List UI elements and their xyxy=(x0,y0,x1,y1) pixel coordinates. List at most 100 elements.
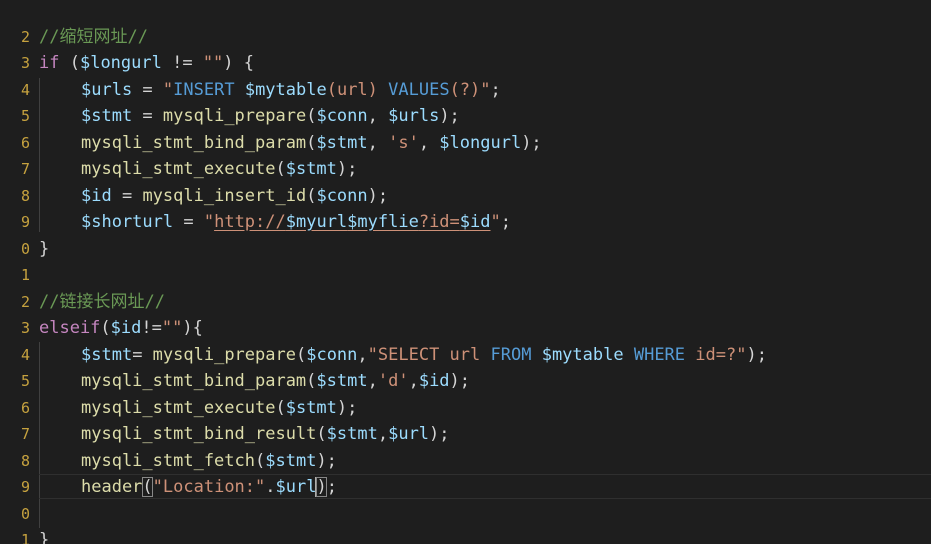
variable: $stmt xyxy=(265,450,317,471)
variable: $longurl xyxy=(79,53,162,73)
url-scheme: http:// xyxy=(214,212,286,232)
code-line: //缩短网址// xyxy=(39,24,148,51)
operator: = xyxy=(132,344,153,365)
line-number: 0 xyxy=(20,504,30,523)
comment: //缩短网址// xyxy=(39,26,148,47)
punctuation: ); xyxy=(439,106,460,126)
operator: = xyxy=(111,185,143,206)
string: id=? xyxy=(685,344,737,365)
string-link[interactable]: http://$myurl$myflie?id=$id xyxy=(214,212,490,232)
punctuation: ; xyxy=(500,212,511,232)
line-number: 5 xyxy=(20,107,30,125)
code-line: mysqli_stmt_bind_param($stmt, 's', $long… xyxy=(81,130,542,157)
string-quote: " xyxy=(162,79,174,100)
punctuation: ); xyxy=(336,159,358,179)
code-area[interactable]: //缩短网址// if ($longurl != "") { $urls = "… xyxy=(39,0,931,544)
variable: $stmt xyxy=(316,371,368,391)
line-number: 6 xyxy=(20,133,30,152)
operator: = xyxy=(132,79,163,100)
punctuation: , xyxy=(367,371,378,391)
bracket-match-close: ) xyxy=(316,477,327,497)
line-number: 1 xyxy=(20,531,30,544)
code-line: } xyxy=(39,236,49,263)
punctuation: ; xyxy=(490,79,501,100)
punctuation: ( xyxy=(59,53,80,73)
function-name: header xyxy=(81,477,143,497)
operator: = xyxy=(132,106,163,126)
string: 's' xyxy=(388,132,419,153)
code-line: $stmt = mysqli_prepare($conn, $urls); xyxy=(81,103,460,130)
punctuation: ) { xyxy=(223,53,255,73)
punctuation: ); xyxy=(449,371,471,391)
code-line: $urls = "INSERT $mytable(url) VALUES(?)"… xyxy=(81,77,501,104)
code-line: mysqli_stmt_execute($stmt); xyxy=(81,156,357,183)
string-quote: " xyxy=(736,344,747,365)
punctuation: , xyxy=(367,106,389,126)
variable: $id xyxy=(110,318,142,338)
punctuation: ); xyxy=(336,397,358,418)
code-line: } xyxy=(39,527,49,544)
punctuation: , xyxy=(418,132,440,153)
closing-brace: } xyxy=(39,238,50,259)
operator: != xyxy=(161,53,203,73)
variable: $stmt xyxy=(285,397,337,418)
string-quote: " xyxy=(203,212,215,232)
variable: $id xyxy=(81,185,112,206)
sql-keyword: FROM xyxy=(490,344,532,365)
operator: = xyxy=(173,212,204,232)
variable: $stmt xyxy=(285,159,337,179)
code-line: mysqli_stmt_execute($stmt); xyxy=(81,395,357,422)
variable: $shorturl xyxy=(81,212,174,232)
punctuation: ( xyxy=(316,424,327,444)
line-number: 7 xyxy=(20,160,30,178)
punctuation: , xyxy=(408,371,419,391)
punctuation: ); xyxy=(521,132,542,153)
closing-brace: } xyxy=(39,530,50,544)
code-line: $id = mysqli_insert_id($conn); xyxy=(81,183,388,210)
code-editor[interactable]: 2 3 4 5 6 7 8 9 0 1 2 3 4 5 6 7 8 9 0 1 … xyxy=(0,0,931,544)
punctuation: ){ xyxy=(182,318,203,338)
line-number: 8 xyxy=(20,186,30,205)
string: "" xyxy=(202,53,224,73)
punctuation: , xyxy=(367,132,389,153)
string-quote: " xyxy=(490,212,501,232)
code-line: //链接长网址// xyxy=(39,289,165,316)
comment: //链接长网址// xyxy=(39,291,165,312)
sql-keyword: VALUES xyxy=(388,79,450,100)
punctuation: ); xyxy=(429,424,450,444)
function-name: mysqli_stmt_bind_param xyxy=(81,371,307,391)
punctuation: ( xyxy=(306,106,317,126)
variable: $stmt xyxy=(316,132,368,153)
variable: $url xyxy=(388,424,430,444)
string xyxy=(235,80,245,100)
line-number: 9 xyxy=(20,213,30,231)
code-line: mysqli_stmt_bind_result($stmt,$url); xyxy=(81,421,450,448)
variable: $id xyxy=(459,212,491,232)
function-name: mysqli_stmt_execute xyxy=(81,159,276,179)
code-line: $stmt= mysqli_prepare($conn,"SELECT url … xyxy=(81,342,767,369)
punctuation: ( xyxy=(295,344,307,365)
line-number: 4 xyxy=(20,345,30,364)
line-number: 3 xyxy=(20,54,30,72)
function-name: mysqli_insert_id xyxy=(142,185,307,206)
variable: $myurl xyxy=(285,212,348,232)
variable: $longurl xyxy=(439,132,522,153)
function-name: mysqli_stmt_bind_param xyxy=(81,132,307,153)
code-line: $shorturl = "http://$myurl$myflie?id=$id… xyxy=(81,209,511,236)
variable: $id xyxy=(418,371,450,391)
function-name: mysqli_stmt_execute xyxy=(81,397,276,418)
punctuation: ( xyxy=(306,371,317,391)
string-quote: " xyxy=(367,344,378,365)
operator: != xyxy=(141,318,162,338)
code-line: elseif($id!=""){ xyxy=(39,315,203,342)
string: "Location:" xyxy=(152,477,266,497)
line-number: 0 xyxy=(20,239,30,258)
punctuation: ); xyxy=(746,344,767,365)
line-number: 8 xyxy=(20,451,30,470)
string: SELECT url xyxy=(377,344,491,365)
punctuation: ( xyxy=(275,159,286,179)
string xyxy=(531,345,541,365)
string: (url) xyxy=(326,79,389,100)
variable: $mytable xyxy=(541,344,624,365)
sql-keyword: WHERE xyxy=(633,344,686,365)
